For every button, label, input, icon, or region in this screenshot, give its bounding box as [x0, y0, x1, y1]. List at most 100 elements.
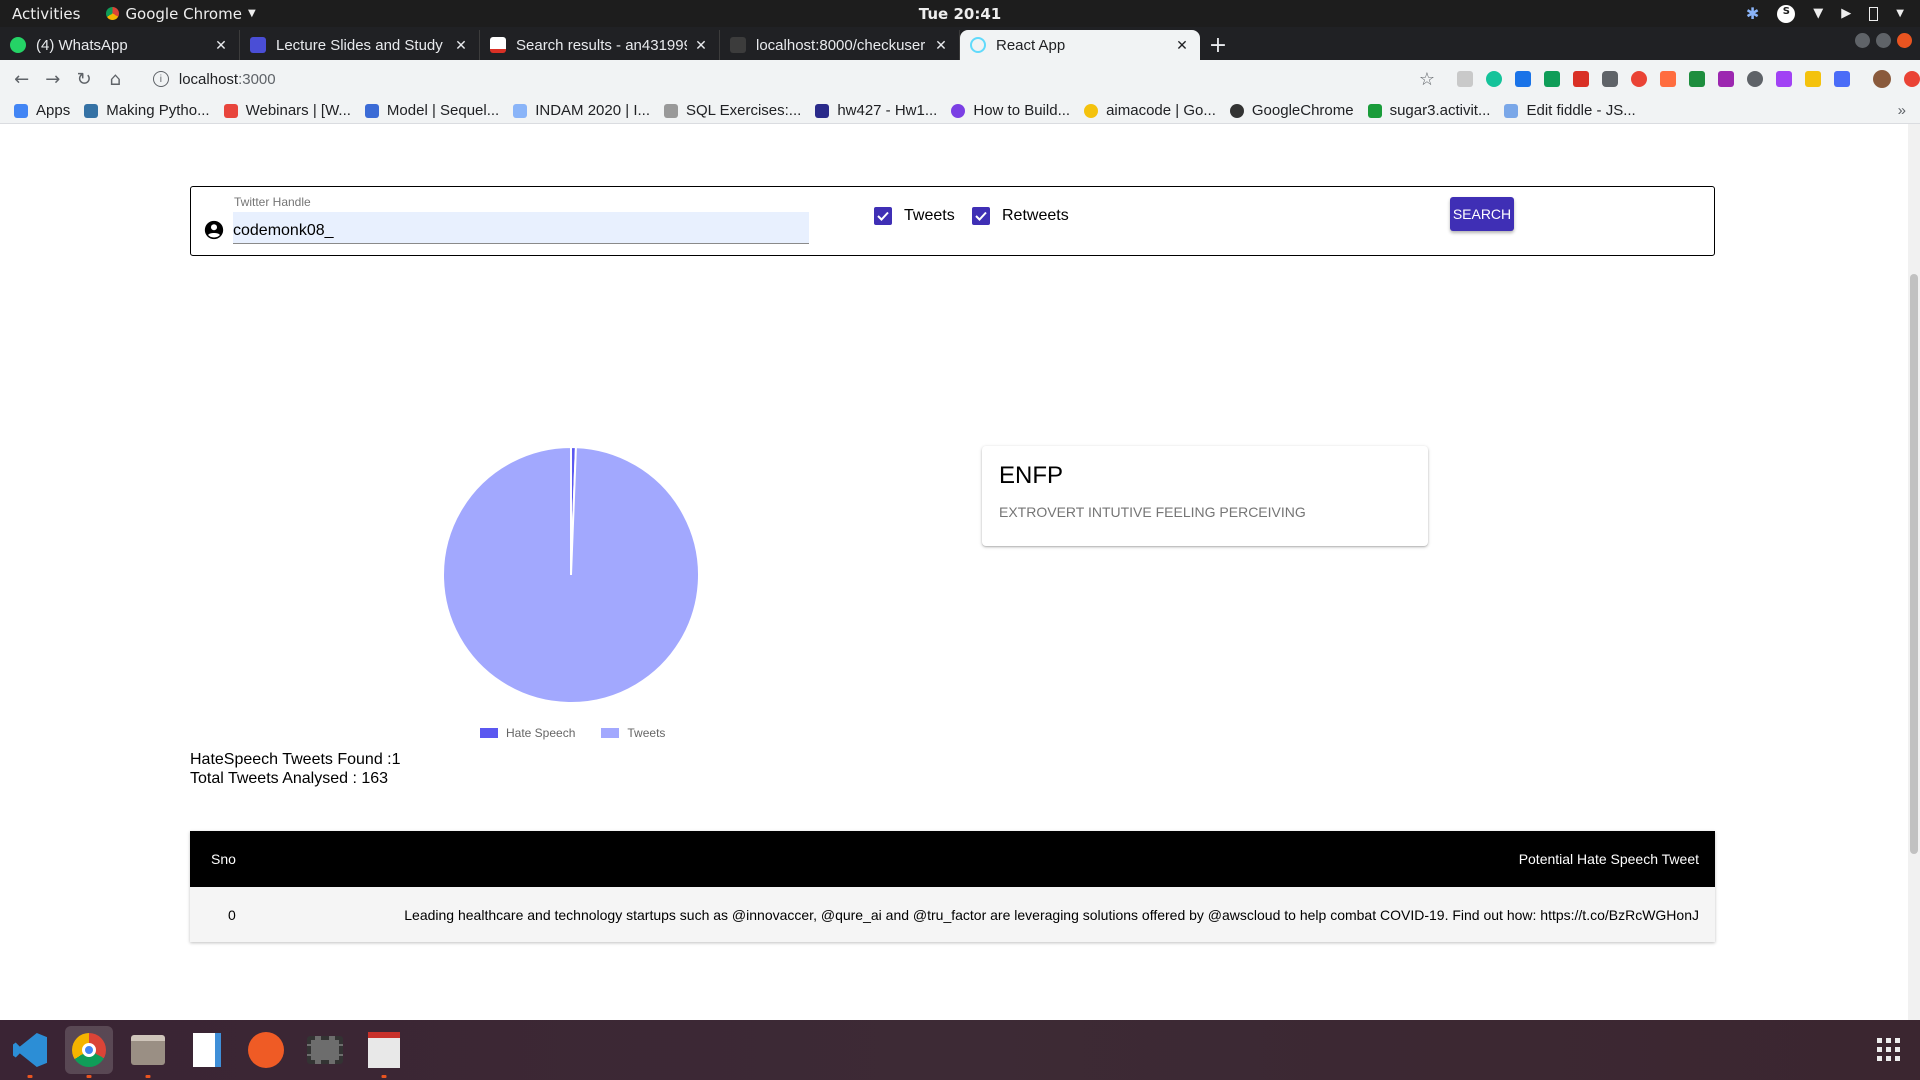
- bookmark-favicon-icon: [84, 103, 99, 118]
- forward-icon[interactable]: →: [37, 69, 68, 90]
- bookmark-favicon-icon: [223, 103, 238, 118]
- checkbox-checked-icon[interactable]: [972, 207, 990, 225]
- bookmark-label: INDAM 2020 | I...: [535, 102, 650, 119]
- browser-toolbar: ← → ↻ ⌂ i localhost:3000 ☆: [0, 60, 1920, 98]
- tab-search-results[interactable]: Search results - an431999 ✕: [480, 30, 720, 60]
- minimize-button[interactable]: [1855, 33, 1870, 48]
- bookmark-item[interactable]: sugar3.activit...: [1367, 102, 1490, 119]
- bookmarks-bar: Apps Making Pytho... Webinars | [W... Mo…: [0, 98, 1920, 124]
- bookmark-favicon-icon: [664, 103, 678, 118]
- drive-icon[interactable]: [1544, 71, 1560, 87]
- legend-item-hate-speech[interactable]: Hate Speech: [480, 726, 575, 740]
- page-content: Twitter Handle Tweets Retweets SEARCH Ha…: [0, 124, 1920, 1020]
- hate-speech-count: HateSpeech Tweets Found :1: [190, 751, 401, 768]
- volume-icon[interactable]: ▶: [1841, 6, 1851, 21]
- reload-icon[interactable]: ↻: [68, 69, 99, 90]
- tweets-checkbox[interactable]: Tweets: [874, 207, 955, 225]
- extension-icon[interactable]: [1718, 71, 1734, 87]
- close-icon[interactable]: ✕: [693, 37, 709, 54]
- app-menu[interactable]: Google Chrome ▼: [106, 5, 256, 23]
- bookmark-item[interactable]: Webinars | [W...: [223, 102, 351, 119]
- show-applications-icon[interactable]: [1877, 1038, 1900, 1061]
- extension-icon[interactable]: [1834, 71, 1850, 87]
- extension-icon[interactable]: [1631, 71, 1647, 87]
- tab-checkuser[interactable]: localhost:8000/checkuser ✕: [720, 30, 960, 60]
- tab-whatsapp[interactable]: (4) WhatsApp ✕: [0, 30, 240, 60]
- close-window-button[interactable]: [1897, 33, 1912, 48]
- avatar[interactable]: [1873, 70, 1891, 88]
- retweets-checkbox-label: Retweets: [1002, 207, 1069, 224]
- bluetooth-icon[interactable]: ✱: [1746, 4, 1759, 23]
- legend-label: Hate Speech: [506, 726, 576, 740]
- more-bookmarks-icon[interactable]: »: [1898, 102, 1906, 119]
- react-icon: [970, 37, 986, 53]
- scrollbar-thumb[interactable]: [1910, 274, 1918, 854]
- bookmark-item[interactable]: aimacode | Go...: [1084, 102, 1216, 119]
- battery-icon[interactable]: [1869, 6, 1879, 21]
- retweets-checkbox[interactable]: Retweets: [972, 207, 1069, 225]
- bookmark-item[interactable]: How to Build...: [951, 102, 1070, 119]
- writer-icon[interactable]: [183, 1026, 231, 1074]
- extension-icon[interactable]: [1457, 71, 1473, 87]
- back-icon[interactable]: ←: [6, 69, 37, 90]
- pocket-icon[interactable]: [1602, 71, 1618, 87]
- activities-button[interactable]: Activities: [12, 5, 80, 23]
- grammarly-icon[interactable]: [1486, 71, 1502, 87]
- bookmark-favicon-icon: [815, 103, 830, 118]
- bookmark-item[interactable]: Model | Sequel...: [364, 102, 499, 119]
- wifi-icon[interactable]: ▼: [1813, 6, 1823, 21]
- bookmark-item[interactable]: Making Pytho...: [84, 102, 210, 119]
- home-icon[interactable]: ⌂: [100, 69, 131, 90]
- twitter-handle-input[interactable]: [233, 212, 809, 244]
- extensions-area: [1457, 70, 1920, 88]
- bookmark-label: aimacode | Go...: [1106, 102, 1216, 119]
- bookmark-item[interactable]: hw427 - Hw1...: [815, 102, 937, 119]
- extension-icon[interactable]: [1573, 71, 1589, 87]
- table-cell-sno: 0: [228, 906, 236, 923]
- search-button[interactable]: SEARCH: [1450, 197, 1514, 231]
- vscode-icon[interactable]: [6, 1026, 54, 1078]
- close-icon[interactable]: ✕: [933, 37, 949, 54]
- speed-icon[interactable]: [1747, 71, 1763, 87]
- maximize-button[interactable]: [1876, 33, 1891, 48]
- column-header-tweet: Potential Hate Speech Tweet: [1518, 851, 1699, 867]
- info-icon[interactable]: i: [152, 71, 169, 87]
- extension-icon[interactable]: [1805, 71, 1821, 87]
- close-icon[interactable]: ✕: [1174, 37, 1190, 54]
- bookmark-label: hw427 - Hw1...: [837, 102, 938, 119]
- files-icon[interactable]: [124, 1026, 172, 1078]
- video-icon[interactable]: [301, 1026, 349, 1074]
- bookmark-item[interactable]: SQL Exercises:...: [664, 102, 801, 119]
- address-bar[interactable]: i localhost:3000: [139, 64, 1339, 94]
- system-tray[interactable]: ✱ S ▼ ▶ ▼: [1746, 0, 1904, 27]
- close-icon[interactable]: ✕: [453, 37, 469, 54]
- close-icon[interactable]: ✕: [213, 37, 229, 54]
- calendar-extension-icon[interactable]: [1515, 71, 1531, 87]
- chevron-down-icon[interactable]: ▼: [1896, 8, 1904, 19]
- text-editor-icon[interactable]: [360, 1026, 408, 1078]
- extension-icon[interactable]: [1776, 71, 1792, 87]
- legend-item-tweets[interactable]: Tweets: [601, 726, 665, 740]
- skype-icon[interactable]: S: [1777, 4, 1796, 23]
- pie-slice-tweets[interactable]: [442, 445, 700, 704]
- tab-react-app[interactable]: React App ✕: [960, 30, 1200, 60]
- bookmark-item[interactable]: GoogleChrome: [1229, 102, 1354, 119]
- apps-grid-icon: [14, 103, 28, 118]
- hate-speech-table: Sno Potential Hate Speech Tweet 0 Leadin…: [190, 831, 1715, 942]
- total-tweets-count: Total Tweets Analysed : 163: [190, 770, 389, 787]
- extension-icon[interactable]: [1660, 71, 1676, 87]
- chrome-icon[interactable]: [65, 1026, 113, 1078]
- postman-icon[interactable]: [242, 1026, 290, 1074]
- checkbox-checked-icon[interactable]: [874, 207, 892, 225]
- chrome-update-icon[interactable]: [1904, 71, 1920, 87]
- page-scrollbar[interactable]: [1908, 124, 1920, 1020]
- tab-lecture-slides[interactable]: Lecture Slides and Study I ✕: [240, 30, 480, 60]
- new-tab-button[interactable]: +: [1200, 30, 1236, 60]
- bookmark-item[interactable]: INDAM 2020 | I...: [513, 102, 650, 119]
- extension-icon[interactable]: [1689, 71, 1705, 87]
- bookmark-star-icon[interactable]: ☆: [1419, 69, 1435, 90]
- bookmark-item[interactable]: Edit fiddle - JS...: [1504, 102, 1636, 119]
- bookmark-label: Apps: [36, 102, 71, 119]
- bookmark-apps[interactable]: Apps: [14, 102, 70, 119]
- clock[interactable]: Tue 20:41: [919, 5, 1001, 23]
